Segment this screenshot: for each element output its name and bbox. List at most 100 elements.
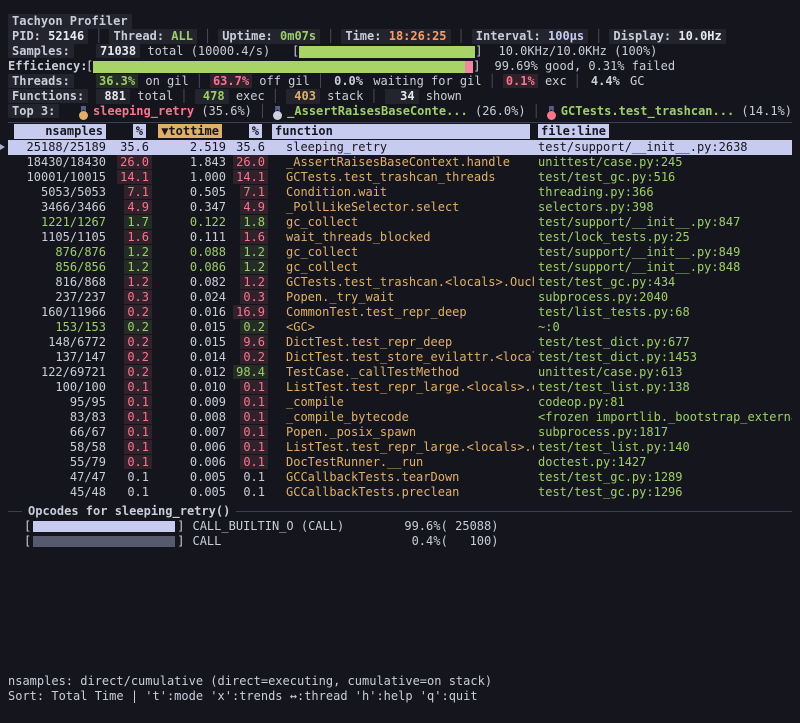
top3-label: Top 3:: [8, 104, 59, 118]
cell-tottime: 0.006: [152, 455, 228, 470]
cell-file-line: test/support/__init__.py:847: [534, 215, 792, 230]
opcode-percentage: 0.4%: [394, 534, 440, 549]
pct-value: 4.9: [240, 200, 268, 214]
cell-pct-cum: 0.1: [228, 410, 268, 425]
status-bar: PID: 52146│Thread: ALL│Uptime: 0m07s│Tim…: [8, 29, 792, 44]
cell-tottime: 0.088: [152, 245, 228, 260]
cell-function-name: ListTest.test_repr_large.<locals>.c...: [268, 440, 534, 455]
opcode-row: []CALL0.4%( 100): [8, 534, 792, 549]
cell-function-name: DictTest.test_repr_deep: [268, 335, 534, 350]
separator-bar: │: [95, 29, 102, 44]
threads-items: 36.3% on gil│63.7% off gil│0.0% waiting …: [96, 74, 644, 89]
bracket: ]: [473, 59, 480, 74]
cell-pct-cum: 35.6: [228, 140, 268, 155]
pct-value: 1.2: [124, 245, 152, 259]
cell-file-line: subprocess.py:2040: [534, 290, 792, 305]
cell-pct-total: 0.2: [112, 320, 152, 335]
separator-bar: │: [574, 74, 581, 88]
table-row[interactable]: 1105/11051.60.1111.6wait_threads_blocked…: [8, 230, 792, 245]
table-row[interactable]: 148/67720.20.0159.6DictTest.test_repr_de…: [8, 335, 792, 350]
separator-bar: │: [327, 29, 334, 44]
efficiency-bar: [93, 61, 473, 73]
threads-pct-unit: GC: [623, 74, 645, 88]
column-header-pct-total[interactable]: %: [112, 124, 152, 139]
table-row[interactable]: 55/790.10.0060.1DocTestRunner.__rundocte…: [8, 455, 792, 470]
cell-file-line: test/test_gc.py:1296: [534, 485, 792, 500]
cell-file-line: test/test_dict.py:677: [534, 335, 792, 350]
pct-value: 0.1: [240, 440, 268, 454]
cell-pct-total: 0.1: [112, 440, 152, 455]
cell-pct-cum: 0.1: [228, 425, 268, 440]
column-header-pct-cum[interactable]: %: [228, 124, 268, 139]
pct-value: 0.1: [240, 470, 268, 484]
table-row[interactable]: 876/8761.20.0881.2gc_collecttest/support…: [8, 245, 792, 260]
table-row[interactable]: 18430/1843026.01.84326.0_AssertRaisesBas…: [8, 155, 792, 170]
cell-function-name: Condition.wait: [268, 185, 534, 200]
cell-tottime: 0.016: [152, 305, 228, 320]
threads-pct-unit: off gil: [252, 74, 310, 88]
column-header-nsamples[interactable]: nsamples: [8, 124, 112, 139]
table-row[interactable]: 66/670.10.0070.1Popen._posix_spawnsubpro…: [8, 425, 792, 440]
cell-nsamples: 66/67: [8, 425, 112, 440]
table-row[interactable]: 5053/50537.10.5057.1Condition.waitthread…: [8, 185, 792, 200]
functions-count-unit: exec: [229, 89, 265, 103]
cell-pct-total: 0.2: [112, 350, 152, 365]
table-row[interactable]: 160/119660.20.01616.9CommonTest.test_rep…: [8, 305, 792, 320]
status-thread-label: Thread:: [113, 29, 171, 43]
cell-tottime: 0.015: [152, 320, 228, 335]
table-row[interactable]: 45/480.10.0050.1GCCallbackTests.preclean…: [8, 485, 792, 500]
table-row[interactable]: 58/580.10.0060.1ListTest.test_repr_large…: [8, 440, 792, 455]
cell-nsamples: 122/69721: [8, 365, 112, 380]
table-row[interactable]: 816/8681.20.0821.2GCTests.test_trashcan.…: [8, 275, 792, 290]
cell-file-line: test/support/__init__.py:2638: [534, 140, 792, 155]
table-row[interactable]: 25188/2518935.62.51935.6sleeping_retryte…: [8, 140, 792, 155]
cell-pct-cum: 0.1: [228, 455, 268, 470]
table-row[interactable]: 856/8561.20.0861.2gc_collecttest/support…: [8, 260, 792, 275]
opcode-name: CALL_BUILTIN_O (CALL): [184, 519, 394, 534]
column-header-tottime[interactable]: ▼tottime: [152, 124, 228, 139]
table-row[interactable]: 95/950.10.0090.1_compilecodeop.py:81: [8, 395, 792, 410]
table-row[interactable]: 83/830.10.0080.1_compile_bytecode<frozen…: [8, 410, 792, 425]
cell-tottime: 0.014: [152, 350, 228, 365]
column-header-function[interactable]: function: [268, 124, 534, 139]
cell-function-name: _compile_bytecode: [268, 410, 534, 425]
table-row[interactable]: 1221/12671.70.1221.8gc_collecttest/suppo…: [8, 215, 792, 230]
cell-pct-total: 0.2: [112, 335, 152, 350]
functions-items: 881 total│478 exec│403 stack│34 shown: [96, 89, 462, 104]
threads-pct-value: 63.7%: [210, 74, 252, 88]
pct-value: 0.1: [124, 410, 152, 424]
pct-value: 1.7: [124, 215, 152, 229]
bracket: ]: [475, 44, 482, 59]
cell-file-line: test/test_gc.py:1289: [534, 470, 792, 485]
table-row[interactable]: 237/2370.30.0240.3Popen._try_waitsubproc…: [8, 290, 792, 305]
separator-bar: │: [595, 29, 602, 44]
cell-pct-total: 1.2: [112, 275, 152, 290]
table-row[interactable]: 153/1530.20.0150.2<GC>~:0: [8, 320, 792, 335]
status-time: Time: 18:26:25: [341, 29, 450, 44]
cell-pct-total: 1.6: [112, 230, 152, 245]
column-header-file[interactable]: file:line: [534, 124, 792, 139]
functions-count-value: 34: [385, 89, 419, 104]
status-interval-label: Interval:: [476, 29, 548, 43]
table-row[interactable]: 100/1000.10.0100.1ListTest.test_repr_lar…: [8, 380, 792, 395]
cell-tottime: 0.005: [152, 485, 228, 500]
functions-count-value: 403: [286, 89, 320, 104]
table-row[interactable]: 122/697210.20.01298.4TestCase._callTestM…: [8, 365, 792, 380]
cell-nsamples: 1105/1105: [8, 230, 112, 245]
table-row[interactable]: 3466/34664.90.3474.9_PollLikeSelector.se…: [8, 200, 792, 215]
functions-label: Functions:: [8, 89, 88, 103]
table-row[interactable]: 47/470.10.0050.1GCCallbackTests.tearDown…: [8, 470, 792, 485]
cell-pct-cum: 1.2: [228, 275, 268, 290]
cell-nsamples: 153/153: [8, 320, 112, 335]
cell-function-name: GCCallbackTests.tearDown: [268, 470, 534, 485]
cell-pct-total: 4.9: [112, 200, 152, 215]
table-row[interactable]: 137/1470.20.0140.2DictTest.test_store_ev…: [8, 350, 792, 365]
pct-value: 1.2: [124, 260, 152, 274]
opcode-bar: [33, 536, 175, 547]
pct-value: 0.2: [124, 320, 152, 334]
cell-pct-cum: 0.1: [228, 470, 268, 485]
cell-nsamples: 160/11966: [8, 305, 112, 320]
table-row[interactable]: 10001/1001514.11.00014.1GCTests.test_tra…: [8, 170, 792, 185]
cell-file-line: test/test_list.py:138: [534, 380, 792, 395]
medal-silver-icon: [273, 106, 282, 120]
